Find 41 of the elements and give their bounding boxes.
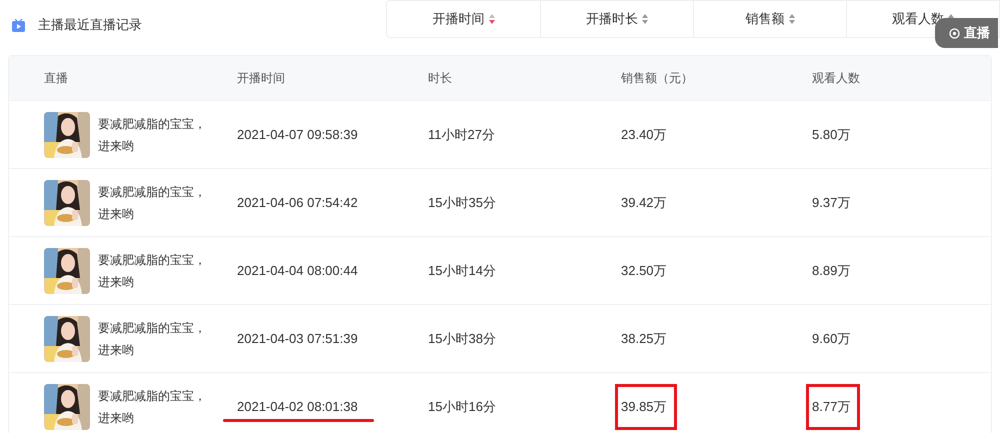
highlight-box <box>615 384 677 430</box>
duration-cell: 15小时16分 <box>428 398 496 414</box>
column-header: 时长 <box>428 70 452 87</box>
start-time: 2021-04-04 08:00:44 <box>237 262 358 278</box>
duration-cell: 15小时38分 <box>428 330 496 346</box>
sales-cell: 32.50万 <box>621 262 667 278</box>
sort-tab[interactable]: 开播时间 <box>387 1 540 37</box>
viewers-cell: 8.89万 <box>812 262 850 278</box>
tv-icon <box>12 18 25 32</box>
live-title: 要减肥减脂的宝宝，进来哟 <box>98 388 207 426</box>
duration-cell: 15小时35分 <box>428 194 496 210</box>
live-icon <box>949 28 960 38</box>
section-title: 主播最近直播记录 <box>38 16 142 34</box>
start-time: 2021-04-02 08:01:38 <box>237 398 358 414</box>
start-time: 2021-04-07 09:58:39 <box>237 126 358 142</box>
live-title: 要减肥减脂的宝宝，进来哟 <box>98 184 207 222</box>
sales-cell: 39.42万 <box>621 194 667 210</box>
sales-cell: 23.40万 <box>621 126 667 142</box>
duration-cell: 11小时27分 <box>428 126 495 142</box>
sort-tab[interactable]: 开播时长 <box>540 1 693 37</box>
start-time: 2021-04-06 07:54:42 <box>237 194 358 210</box>
sort-icon <box>788 14 794 24</box>
viewers-cell: 5.80万 <box>812 126 850 142</box>
sort-icon <box>488 14 494 24</box>
sales-cell: 39.85万 <box>621 398 667 414</box>
sales-cell: 38.25万 <box>621 330 667 346</box>
viewers-cell: 9.60万 <box>812 330 850 346</box>
live-title: 要减肥减脂的宝宝，进来哟 <box>98 320 207 358</box>
live-title: 要减肥减脂的宝宝，进来哟 <box>98 116 207 154</box>
column-header: 直播 <box>44 70 68 87</box>
start-time: 2021-04-03 07:51:39 <box>237 330 358 346</box>
live-title: 要减肥减脂的宝宝，进来哟 <box>98 252 207 290</box>
highlight-box <box>806 384 860 430</box>
column-header: 开播时间 <box>237 70 285 87</box>
duration-cell: 15小时14分 <box>428 262 496 278</box>
column-header: 观看人数 <box>812 70 860 87</box>
sort-icon <box>642 14 648 24</box>
sort-tab[interactable]: 销售额 <box>693 1 846 37</box>
viewers-cell: 8.77万 <box>812 398 850 414</box>
viewers-cell: 9.37万 <box>812 194 850 210</box>
column-header: 销售额（元） <box>621 70 693 87</box>
